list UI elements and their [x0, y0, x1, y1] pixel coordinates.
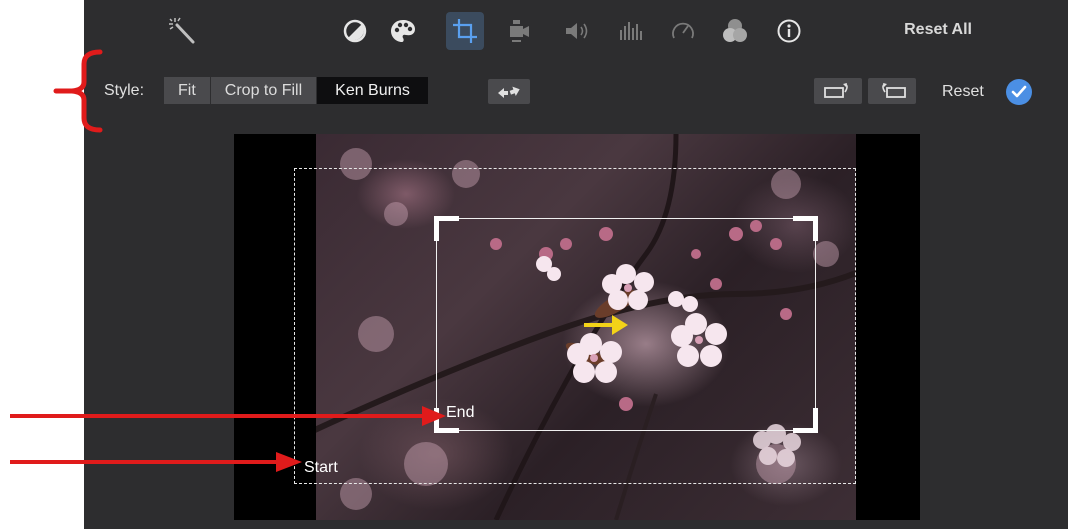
speed-gauge-icon[interactable] — [664, 12, 702, 50]
end-label: End — [446, 404, 475, 421]
ken-burns-viewer: End Start — [234, 134, 920, 520]
palette-icon[interactable] — [384, 12, 422, 50]
swap-start-end-button[interactable] — [488, 79, 530, 104]
filters-icon[interactable] — [716, 12, 754, 50]
magic-wand-icon[interactable] — [164, 12, 202, 50]
equalizer-icon[interactable] — [612, 12, 650, 50]
swap-start-end-icon — [498, 86, 520, 98]
annotation-arrow-end-icon — [10, 406, 446, 426]
info-icon[interactable] — [770, 12, 808, 50]
style-segmented-control: Fit Crop to Fill Ken Burns — [164, 77, 429, 104]
style-label: Style: — [104, 82, 145, 99]
annotation-bracket-icon — [53, 49, 103, 133]
end-rect-handle-top-right[interactable] — [793, 216, 818, 241]
volume-icon[interactable] — [558, 12, 596, 50]
rotate-left-icon — [824, 83, 848, 98]
apply-button[interactable] — [1006, 79, 1032, 105]
start-label: Start — [304, 459, 338, 476]
end-rect-handle-top-left[interactable] — [434, 216, 459, 241]
rotate-right-button[interactable] — [868, 78, 916, 104]
end-rect-handle-bottom-right[interactable] — [793, 408, 818, 433]
checkmark-icon — [1011, 85, 1027, 98]
rotate-right-icon — [882, 83, 906, 98]
color-balance-icon[interactable] — [336, 12, 374, 50]
adjustment-toolbar: Reset All — [84, 0, 1068, 64]
style-fit-button[interactable]: Fit — [164, 77, 211, 104]
annotation-arrow-start-icon — [10, 452, 302, 472]
style-ken-burns-button[interactable]: Ken Burns — [317, 77, 429, 104]
reset-button[interactable]: Reset — [942, 83, 984, 101]
video-camera-icon[interactable] — [500, 12, 538, 50]
reset-all-button[interactable]: Reset All — [904, 21, 972, 39]
crop-icon[interactable] — [446, 12, 484, 50]
rotate-left-button[interactable] — [814, 78, 862, 104]
motion-direction-arrow-icon — [584, 315, 628, 335]
style-crop-to-fill-button[interactable]: Crop to Fill — [210, 77, 318, 104]
